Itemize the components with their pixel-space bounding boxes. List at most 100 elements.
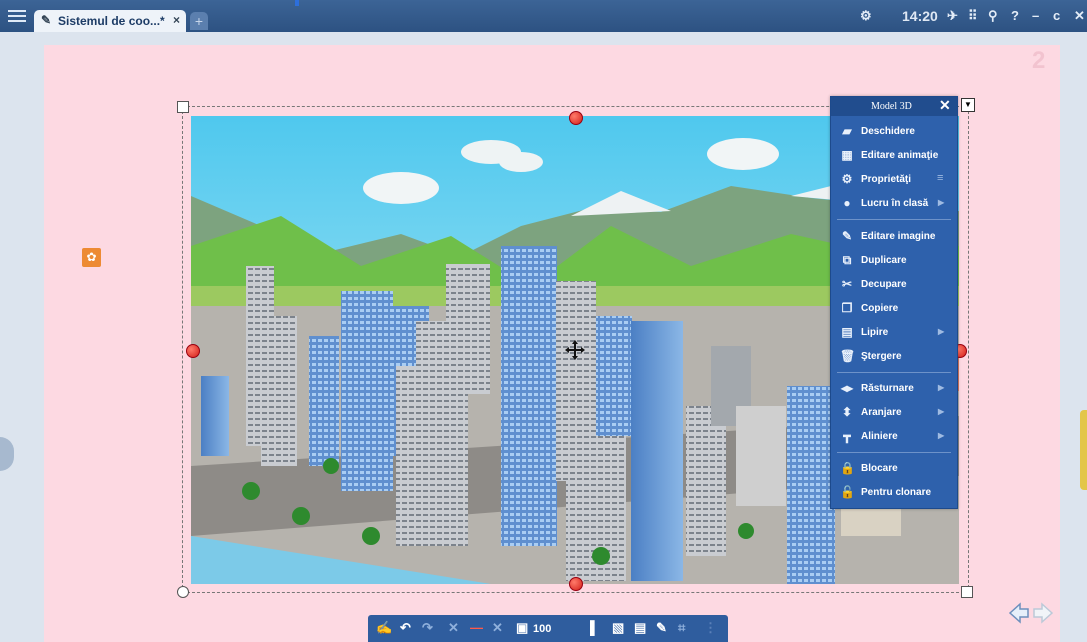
resize-handle-bottom-right[interactable]: [961, 586, 973, 598]
menu-item-rasturnare[interactable]: ◂▸ Răsturnare ▶: [831, 379, 957, 399]
gear-icon: ⚙: [841, 172, 853, 186]
menu-separator: [837, 452, 951, 453]
resize-handle-bottom[interactable]: [569, 577, 583, 591]
copy-icon: ❐: [841, 301, 853, 315]
menu-item-label: Pentru clonare: [861, 487, 932, 498]
tab-close-button[interactable]: ×: [173, 13, 180, 27]
thickness-icon[interactable]: ▌: [590, 620, 599, 635]
submenu-arrow-icon: ▶: [938, 198, 945, 207]
search-icon[interactable]: ⚲: [988, 8, 998, 24]
align-icon: ┳: [843, 429, 851, 443]
menu-item-label: Lucru în clasă: [861, 198, 929, 209]
zoom-level[interactable]: 100: [533, 623, 551, 635]
menu-item-decupare[interactable]: ✂ Decupare: [831, 275, 957, 295]
menu-separator: [837, 372, 951, 373]
menu-item-pentru-clonare[interactable]: 🔓 Pentru clonare: [831, 483, 957, 503]
help-button[interactable]: ?: [1011, 8, 1019, 23]
add-tab-button[interactable]: +: [190, 12, 208, 30]
menu-item-copiere[interactable]: ❐ Copiere: [831, 299, 957, 319]
menu-item-label: Aliniere: [861, 431, 898, 442]
rotate-handle-top[interactable]: [569, 111, 583, 125]
menu-item-aranjare[interactable]: ⬍ Aranjare ▶: [831, 403, 957, 423]
group-icon: ●: [843, 196, 851, 210]
object-menu-dropdown-button[interactable]: ▼: [961, 98, 975, 112]
menu-item-proprietati[interactable]: ⚙ Proprietăţi ≡: [831, 170, 957, 190]
menu-separator: [837, 219, 951, 220]
restore-button[interactable]: ᴄ: [1053, 8, 1060, 23]
submenu-arrow-icon: ▶: [938, 407, 945, 416]
resize-handle-top-left[interactable]: [177, 101, 189, 113]
menu-item-label: Proprietăţi: [861, 174, 912, 185]
menu-item-lucru-in-clasa[interactable]: ● Lucru în clasă ▶: [831, 194, 957, 214]
next-page-arrow-icon[interactable]: [1032, 602, 1054, 624]
top-indicator: [295, 0, 299, 6]
menu-item-label: Deschidere: [861, 126, 915, 137]
screen-settings-icon[interactable]: ⚙: [860, 8, 872, 24]
context-menu-header: Model 3D ✕: [831, 97, 957, 116]
menu-item-deschidere[interactable]: ▰ Deschidere: [831, 122, 957, 142]
clone-lock-icon: 🔓: [840, 485, 855, 499]
redo-icon[interactable]: ↷: [422, 620, 433, 636]
menu-item-aliniere[interactable]: ┳ Aliniere ▶: [831, 427, 957, 447]
clapperboard-icon: ▦: [841, 148, 853, 162]
menu-item-label: Lipire: [861, 327, 889, 338]
previous-page-arrow-icon[interactable]: [1008, 602, 1030, 624]
pin-icon[interactable]: ✈: [947, 8, 958, 24]
comment-icon[interactable]: ▤: [634, 620, 646, 636]
menu-item-label: Editare animaţie: [861, 150, 939, 161]
menu-item-label: Ştergere: [861, 351, 902, 362]
image-insert-icon[interactable]: ▧: [612, 620, 624, 636]
submenu-arrow-icon: ▶: [938, 431, 945, 440]
context-menu-title: Model 3D: [871, 101, 912, 112]
pen-icon: ✎: [41, 13, 52, 27]
lock-icon: 🔒: [840, 461, 855, 475]
menu-item-label: Decupare: [861, 279, 907, 290]
document-tab-title: Sistemul de coo...*: [58, 14, 165, 28]
handle-bottom-left[interactable]: [177, 586, 189, 598]
menu-item-duplicare[interactable]: ⧉ Duplicare: [831, 251, 957, 271]
list-icon: ≡: [937, 172, 944, 184]
line-color-icon[interactable]: —: [470, 620, 483, 635]
menu-item-label: Editare imagine: [861, 231, 936, 242]
flip-icon: ◂▸: [840, 381, 854, 395]
title-bar: ✎ Sistemul de coo...* × + ⚙ 14:20 ✈ ⠿ ⚲ …: [0, 0, 1087, 32]
duplicate-icon: ⧉: [842, 253, 852, 267]
menu-item-label: Duplicare: [861, 255, 907, 266]
close-window-button[interactable]: ✕: [1074, 8, 1085, 24]
pen-tool-icon[interactable]: ✍: [376, 620, 392, 636]
menu-item-stergere[interactable]: 🗑 Ştergere: [831, 347, 957, 367]
left-panel-toggle[interactable]: [0, 437, 14, 471]
grip-icon[interactable]: ⋮: [704, 620, 717, 636]
clear-icon[interactable]: ✕: [492, 620, 503, 636]
grid-icon[interactable]: ⠿: [968, 8, 978, 24]
folder-open-icon: ▰: [842, 124, 852, 138]
menu-item-label: Răsturnare: [861, 383, 914, 394]
menu-item-label: Blocare: [861, 463, 898, 474]
zoom-icon[interactable]: ▣: [516, 620, 528, 636]
paste-icon: ▤: [841, 325, 853, 339]
arrange-icon: ⬍: [841, 405, 853, 419]
hamburger-menu-icon[interactable]: [8, 7, 26, 25]
menu-item-label: Copiere: [861, 303, 899, 314]
undo-icon[interactable]: ↶: [400, 620, 411, 636]
page-number: 2: [1032, 47, 1046, 74]
menu-item-label: Aranjare: [861, 407, 902, 418]
menu-item-editare-imagine[interactable]: ✎ Editare imagine: [831, 227, 957, 247]
menu-item-lipire[interactable]: ▤ Lipire ▶: [831, 323, 957, 343]
minimize-button[interactable]: –: [1032, 8, 1039, 23]
delete-selection-icon[interactable]: ✕: [448, 620, 459, 636]
object-link-icon[interactable]: ✿: [82, 248, 101, 267]
context-menu: Model 3D ✕ ▰ Deschidere ▦ Editare animaţ…: [830, 96, 958, 509]
image-edit-tool-icon[interactable]: ✎: [656, 620, 667, 636]
context-menu-close-button[interactable]: ✕: [939, 98, 951, 115]
document-tab[interactable]: ✎ Sistemul de coo...* ×: [34, 10, 186, 32]
menu-item-blocare[interactable]: 🔒 Blocare: [831, 459, 957, 479]
scissors-icon: ✂: [841, 277, 853, 291]
right-panel-toggle[interactable]: [1080, 410, 1087, 490]
resize-handle-left[interactable]: [186, 344, 200, 358]
bottom-toolbar: ✍ ↶ ↷ ✕ — ✕ ▣ 100 ▌ ▧ ▤ ✎ ⌗ ⋮: [368, 615, 728, 642]
image-edit-icon: ✎: [841, 229, 853, 243]
crop-icon[interactable]: ⌗: [678, 620, 685, 636]
submenu-arrow-icon: ▶: [938, 327, 945, 336]
menu-item-editare-animatie[interactable]: ▦ Editare animaţie: [831, 146, 957, 166]
